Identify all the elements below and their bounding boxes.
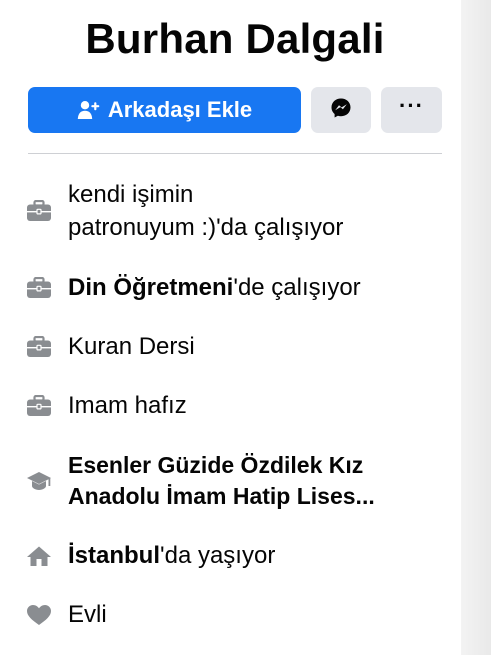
workplace-link[interactable]: Din Öğretmeni <box>68 274 233 301</box>
add-friend-label: Arkadaşı Ekle <box>107 97 253 122</box>
intro-text: Kuran Dersi <box>68 333 195 360</box>
intro-item-work: Din Öğretmeni'de çalışıyor <box>24 271 434 304</box>
messenger-button[interactable] <box>311 87 371 133</box>
work-line-2: patronuyum :)'da çalışıyor <box>68 214 344 241</box>
heart-icon <box>24 604 54 626</box>
profile-actions: Arkadaşı Ekle ··· <box>28 87 442 133</box>
profile-name: Burhan Dalgali <box>85 15 385 62</box>
home-suffix: 'da yaşıyor <box>160 542 276 569</box>
intro-item-relationship: Evli <box>24 598 434 631</box>
more-options-button[interactable]: ··· <box>381 87 442 133</box>
intro-text: Evli <box>68 601 107 628</box>
briefcase-icon <box>24 276 54 299</box>
briefcase-icon <box>24 200 54 222</box>
work-suffix: 'de çalışıyor <box>233 274 361 301</box>
user-plus-icon <box>77 100 101 120</box>
work-line-1: kendi işimin <box>68 181 194 208</box>
home-icon <box>24 545 54 567</box>
add-friend-button[interactable]: Arkadaşı Ekle <box>28 87 301 133</box>
intro-item-education: Esenler Güzide Özdilek Kız Anadolu İmam … <box>24 450 434 512</box>
intro-item-work: Imam hafız <box>24 389 434 422</box>
city-link[interactable]: İstanbul <box>68 542 160 569</box>
graduation-cap-icon <box>24 470 54 492</box>
divider <box>28 153 442 154</box>
intro-item-work: Kuran Dersi <box>24 330 434 363</box>
background-strip <box>461 0 491 655</box>
school-link[interactable]: Esenler Güzide Özdilek Kız Anadolu İmam … <box>68 450 375 512</box>
intro-text: Imam hafız <box>68 392 187 419</box>
briefcase-icon <box>24 335 54 358</box>
intro-item-home: İstanbul'da yaşıyor <box>24 539 434 572</box>
intro-text: Din Öğretmeni'de çalışıyor <box>68 271 361 304</box>
intro-text: kendi işimin patronuyum :)'da çalışıyor <box>68 178 343 244</box>
briefcase-icon <box>24 394 54 417</box>
messenger-icon <box>330 97 352 124</box>
school-line-1: Esenler Güzide Özdilek Kız <box>68 452 364 478</box>
school-line-2: Anadolu İmam Hatip Lises... <box>68 483 375 509</box>
intro-text: İstanbul'da yaşıyor <box>68 539 275 572</box>
intro-item-work: kendi işimin patronuyum :)'da çalışıyor <box>24 178 434 244</box>
